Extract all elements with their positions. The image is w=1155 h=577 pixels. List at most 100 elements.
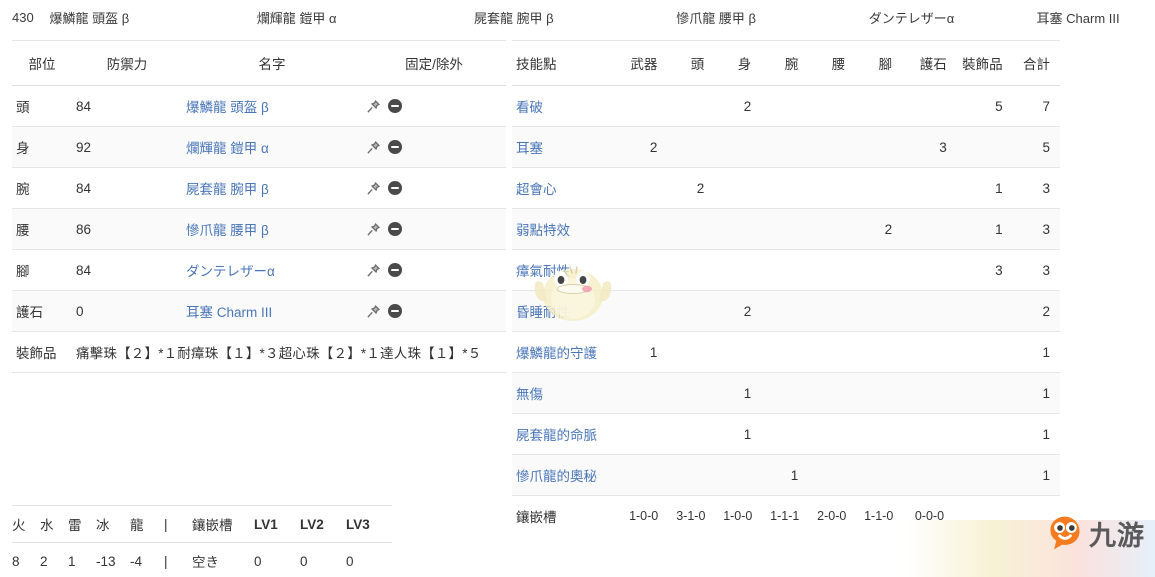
skill-value-legs bbox=[855, 372, 903, 414]
skill-value-arms bbox=[761, 249, 809, 291]
skills-header-skill: 技能點 bbox=[512, 40, 620, 86]
pin-icon[interactable] bbox=[366, 181, 381, 196]
pin-icon[interactable] bbox=[366, 140, 381, 155]
skill-name-link[interactable]: 慘爪龍的奧秘 bbox=[512, 454, 620, 496]
skill-value-head bbox=[667, 372, 715, 414]
skill-value-decoration: 1 bbox=[956, 208, 1013, 250]
exclude-icon[interactable] bbox=[388, 263, 402, 277]
skill-value-total: 3 bbox=[1012, 249, 1060, 291]
slots-decoration bbox=[957, 496, 1013, 537]
armor-actions bbox=[362, 126, 506, 168]
skill-name-link[interactable]: 耳塞 bbox=[512, 126, 620, 168]
decoration-list: 痛擊珠【２】*１耐瘴珠【１】*３超心珠【２】*１達人珠【１】*５ bbox=[72, 331, 506, 373]
skill-value-charm bbox=[902, 85, 957, 127]
skill-value-weapon bbox=[620, 454, 668, 496]
armor-defense: 92 bbox=[72, 126, 182, 168]
exclude-icon[interactable] bbox=[388, 222, 402, 236]
skill-value-legs: 2 bbox=[855, 208, 903, 250]
skill-value-charm bbox=[902, 372, 957, 414]
skill-value-total: 1 bbox=[1012, 413, 1060, 455]
skill-name-link[interactable]: 昏睡耐性 bbox=[512, 290, 620, 332]
armor-part: 腳 bbox=[12, 249, 72, 291]
armor-part: 身 bbox=[12, 126, 72, 168]
pin-icon[interactable] bbox=[366, 99, 381, 114]
exclude-icon[interactable] bbox=[388, 304, 402, 318]
skill-value-arms: 1 bbox=[761, 454, 809, 496]
skill-value-decoration bbox=[956, 331, 1013, 373]
skills-header-head: 頭 bbox=[667, 40, 715, 86]
pin-icon[interactable] bbox=[366, 222, 381, 237]
pin-icon[interactable] bbox=[366, 263, 381, 278]
pin-icon[interactable] bbox=[366, 304, 381, 319]
skill-name-link[interactable]: 瘴氣耐性 bbox=[512, 249, 620, 291]
resistance-header-row: 火 水 雷 冰 龍 | 鑲嵌槽 LV1 LV2 LV3 bbox=[12, 505, 392, 543]
skill-name-link[interactable]: 無傷 bbox=[512, 372, 620, 414]
armor-name-link[interactable]: 爆鱗龍 頭盔 β bbox=[182, 85, 362, 127]
skill-value-head: 2 bbox=[667, 167, 715, 209]
skill-value-head bbox=[667, 454, 715, 496]
skill-value-decoration bbox=[956, 413, 1013, 455]
skill-name-link[interactable]: 超會心 bbox=[512, 167, 620, 209]
armor-actions bbox=[362, 249, 506, 291]
armor-name-link[interactable]: ダンテレザーα bbox=[182, 249, 362, 291]
skill-value-total: 2 bbox=[1012, 290, 1060, 332]
armor-name-link[interactable]: 爛輝龍 鎧甲 α bbox=[182, 126, 362, 168]
skill-name-link[interactable]: 屍套龍的命脈 bbox=[512, 413, 620, 455]
resist-value-fire: 8 bbox=[12, 553, 20, 569]
exclude-icon[interactable] bbox=[388, 140, 402, 154]
total-defense-value: 430 bbox=[12, 9, 34, 25]
skill-value-total: 1 bbox=[1012, 331, 1060, 373]
skill-name-link[interactable]: 看破 bbox=[512, 85, 620, 127]
armor-part: 腕 bbox=[12, 167, 72, 209]
skill-value-head bbox=[667, 208, 715, 250]
slots-arms: 1-1-1 bbox=[770, 509, 800, 523]
skill-name-link[interactable]: 爆鱗龍的守護 bbox=[512, 331, 620, 373]
skill-value-body bbox=[714, 454, 762, 496]
slots-head: 3-1-0 bbox=[676, 509, 706, 523]
exclude-icon[interactable] bbox=[388, 181, 402, 195]
armor-name-link[interactable]: 慘爪龍 腰甲 β bbox=[182, 208, 362, 250]
skill-value-body: 2 bbox=[714, 85, 762, 127]
resist-header-ice: 冰 bbox=[96, 505, 130, 543]
table-row: 慘爪龍的奧秘 1 1 bbox=[512, 454, 1060, 496]
skill-value-weapon bbox=[620, 85, 668, 127]
table-row: 腰 86 慘爪龍 腰甲 β bbox=[12, 208, 506, 250]
decoration-row: 裝飾品 痛擊珠【２】*１耐瘴珠【１】*３超心珠【２】*１達人珠【１】*５ bbox=[12, 331, 506, 373]
resist-header-divider: | bbox=[164, 505, 192, 543]
skill-value-legs bbox=[855, 167, 903, 209]
resist-value-lv1: 0 bbox=[254, 553, 262, 569]
skill-value-legs bbox=[855, 454, 903, 496]
resist-value-slots: 空き bbox=[192, 555, 219, 570]
armor-name-link[interactable]: 屍套龍 腕甲 β bbox=[182, 167, 362, 209]
skills-table-header-row: 技能點 武器 頭 身 腕 腰 腳 護石 裝飾品 合計 bbox=[512, 40, 1060, 86]
skill-value-waist bbox=[808, 249, 856, 291]
skill-value-arms bbox=[761, 126, 809, 168]
exclude-icon[interactable] bbox=[388, 99, 402, 113]
slots-legs: 1-1-0 bbox=[864, 509, 894, 523]
armor-header-name: 名字 bbox=[182, 40, 362, 86]
summary-item-arms: 屍套龍 腕甲 β bbox=[473, 10, 554, 26]
armor-part: 護石 bbox=[12, 290, 72, 332]
skill-value-weapon bbox=[620, 249, 668, 291]
table-row: 頭 84 爆鱗龍 頭盔 β bbox=[12, 85, 506, 127]
skills-table: 技能點 武器 頭 身 腕 腰 腳 護石 裝飾品 合計 看破 2 5 7 耳塞 2… bbox=[512, 40, 1060, 536]
resist-header-lv2: LV2 bbox=[300, 505, 346, 543]
resist-header-thunder: 雷 bbox=[68, 505, 96, 543]
slots-waist: 2-0-0 bbox=[817, 509, 847, 523]
skill-value-weapon: 2 bbox=[620, 126, 668, 168]
slots-charm: 0-0-0 bbox=[914, 509, 945, 523]
armor-name-link[interactable]: 耳塞 Charm III bbox=[182, 290, 362, 332]
skill-name-link[interactable]: 弱點特效 bbox=[512, 208, 620, 250]
resist-value-thunder: 1 bbox=[68, 553, 76, 569]
skill-value-charm bbox=[902, 331, 957, 373]
resist-value-lv2: 0 bbox=[300, 553, 308, 569]
skill-value-waist bbox=[808, 290, 856, 332]
armor-defense: 84 bbox=[72, 249, 182, 291]
skill-value-decoration: 5 bbox=[956, 85, 1013, 127]
table-row: 瘴氣耐性 3 3 bbox=[512, 249, 1060, 291]
skill-value-body bbox=[714, 126, 762, 168]
skills-header-waist: 腰 bbox=[808, 40, 856, 86]
armor-header-defense: 防禦力 bbox=[72, 40, 182, 86]
resist-value-divider: | bbox=[164, 553, 168, 569]
table-row: 昏睡耐性 2 2 bbox=[512, 290, 1060, 332]
